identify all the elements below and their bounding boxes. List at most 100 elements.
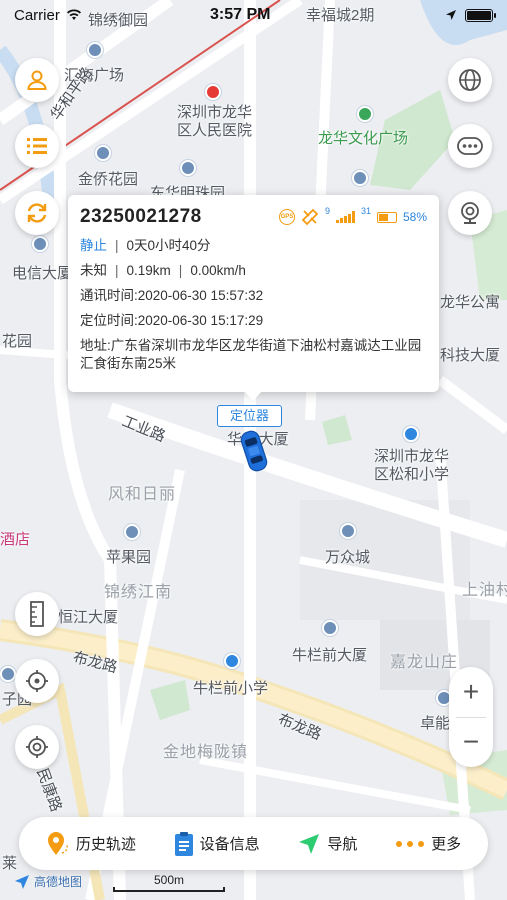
- map-label: 苹果园: [106, 549, 152, 566]
- building-poi-icon: [322, 620, 338, 636]
- comm-time: 通讯时间:2020-06-30 15:57:32: [80, 288, 264, 303]
- status-line: 静止 | 0天0小时40分: [80, 238, 211, 253]
- map-label: 龙华文化广场: [318, 130, 409, 147]
- zoom-control: + −: [449, 667, 493, 767]
- navigation-arrow-icon: [299, 833, 320, 854]
- history-track-icon: [47, 831, 68, 855]
- history-track-label: 历史轨迹: [75, 836, 136, 853]
- locate-icon: [26, 670, 48, 692]
- map-label: 深圳市龙华 区人民医院: [177, 104, 253, 139]
- location-arrow-icon: [446, 10, 456, 20]
- battery-percent: 58%: [402, 210, 427, 224]
- building-poi-icon: [87, 42, 103, 58]
- my-location-button[interactable]: [15, 725, 59, 769]
- map-label: 牛栏前小学: [193, 680, 269, 697]
- gps-icon: GPS: [278, 209, 295, 225]
- amap-logo-icon: [15, 874, 29, 889]
- navigate-button[interactable]: 导航: [297, 832, 357, 856]
- park-poi-icon: [357, 106, 373, 122]
- motion-status: 静止: [80, 238, 107, 253]
- satellite-icon: [301, 208, 319, 226]
- map-label: 金侨花园: [78, 171, 139, 188]
- area-label: 上油村: [462, 582, 507, 599]
- area-label: 锦绣江南: [104, 584, 173, 601]
- building-poi-icon: [340, 523, 356, 539]
- wifi-icon: [66, 9, 81, 20]
- status-bar: Carrier 3:57 PM: [0, 0, 507, 30]
- speed: 0.00km/h: [190, 263, 246, 278]
- satellite-count: 9: [324, 206, 330, 216]
- map-label: 龙华公寓: [440, 294, 501, 311]
- user-icon: [27, 70, 47, 90]
- area-label: 嘉龙山庄: [390, 654, 459, 671]
- building-poi-icon: [95, 145, 111, 161]
- building-poi-icon: [0, 666, 16, 682]
- globe-icon: [459, 69, 481, 91]
- map-label: 花园: [2, 333, 33, 350]
- more-button[interactable]: 更多: [395, 833, 461, 854]
- scale-bar: [113, 887, 225, 892]
- ruler-button[interactable]: [15, 592, 59, 636]
- map-label: 酒店: [0, 531, 31, 548]
- history-track-button[interactable]: 历史轨迹: [46, 831, 136, 857]
- ruler-icon: [30, 601, 44, 627]
- more-options-button[interactable]: [448, 124, 492, 168]
- navigate-label: 导航: [327, 836, 358, 853]
- building-poi-icon: [124, 524, 140, 540]
- refresh-button[interactable]: [15, 191, 59, 235]
- loc-time: 定位时间:2020-06-30 15:17:29: [80, 313, 264, 328]
- building-poi-icon: [352, 170, 368, 186]
- battery-level-icon: [376, 211, 397, 223]
- signal-count: 31: [360, 206, 371, 216]
- list-icon: [27, 138, 47, 154]
- map-label: 科技大厦: [440, 347, 501, 364]
- map-label: 万众城: [325, 549, 371, 566]
- clipboard-icon: [174, 831, 193, 856]
- map-label: 深圳市龙华 区松和小学: [374, 448, 450, 483]
- zoom-out-button[interactable]: −: [449, 717, 493, 767]
- carrier-label: Carrier: [14, 6, 60, 24]
- device-marker-label[interactable]: 定位器: [217, 405, 283, 427]
- target-icon: [26, 736, 48, 758]
- hospital-poi-icon: [205, 84, 221, 100]
- more-icon: [396, 840, 425, 847]
- user-button[interactable]: [15, 58, 59, 102]
- zoom-in-button[interactable]: +: [449, 667, 493, 717]
- device-id: 23250021278: [80, 206, 202, 227]
- scale-label: 500m: [153, 873, 185, 887]
- motion-line: 未知 | 0.19km | 0.00km/h: [80, 263, 246, 278]
- distance: 0.19km: [126, 263, 171, 278]
- device-info-button[interactable]: 设备信息: [174, 831, 260, 857]
- map-label: 莱: [2, 855, 18, 872]
- street-view-button[interactable]: [448, 191, 492, 235]
- car-marker-icon[interactable]: [240, 428, 268, 474]
- map-scale: 500m: [113, 873, 225, 892]
- building-poi-icon: [180, 160, 196, 176]
- area-label: 金地梅陇镇: [163, 744, 249, 761]
- device-list-button[interactable]: [15, 124, 59, 168]
- signal-bars-icon: [335, 211, 355, 223]
- address: 地址:广东省深圳市龙华区龙华街道下油松村嘉诚达工业园汇食街东南25米: [80, 338, 422, 371]
- school-poi-icon: [224, 653, 240, 669]
- status-time: 3:57 PM: [210, 6, 271, 23]
- area-label: 风和日丽: [108, 486, 177, 503]
- map-label: 卓能: [420, 715, 451, 732]
- amap-logo: 高德地图: [14, 873, 82, 890]
- more-label: 更多: [431, 836, 462, 853]
- device-info-label: 设备信息: [199, 836, 260, 853]
- duration: 0天0小时40分: [126, 238, 211, 253]
- more-dots-icon: [457, 137, 483, 155]
- map-label: 恒江大厦: [58, 609, 119, 626]
- map-label: 电信大厦: [12, 265, 73, 282]
- building-poi-icon: [32, 236, 48, 252]
- direction: 未知: [80, 263, 107, 278]
- amap-logo-text: 高德地图: [34, 875, 83, 889]
- locate-device-button[interactable]: [15, 659, 59, 703]
- device-info-popup[interactable]: 23250021278 GPS 9 31 58% 静止 | 0天0小时40分 未知 |…: [68, 195, 439, 401]
- refresh-icon: [27, 203, 47, 223]
- battery-icon: [465, 8, 496, 22]
- map-layer-button[interactable]: [448, 58, 492, 102]
- bottom-toolbar: 历史轨迹 设备信息 导航 更多: [19, 817, 488, 870]
- camera-icon: [461, 202, 479, 224]
- map-label: 牛栏前大厦: [292, 647, 368, 664]
